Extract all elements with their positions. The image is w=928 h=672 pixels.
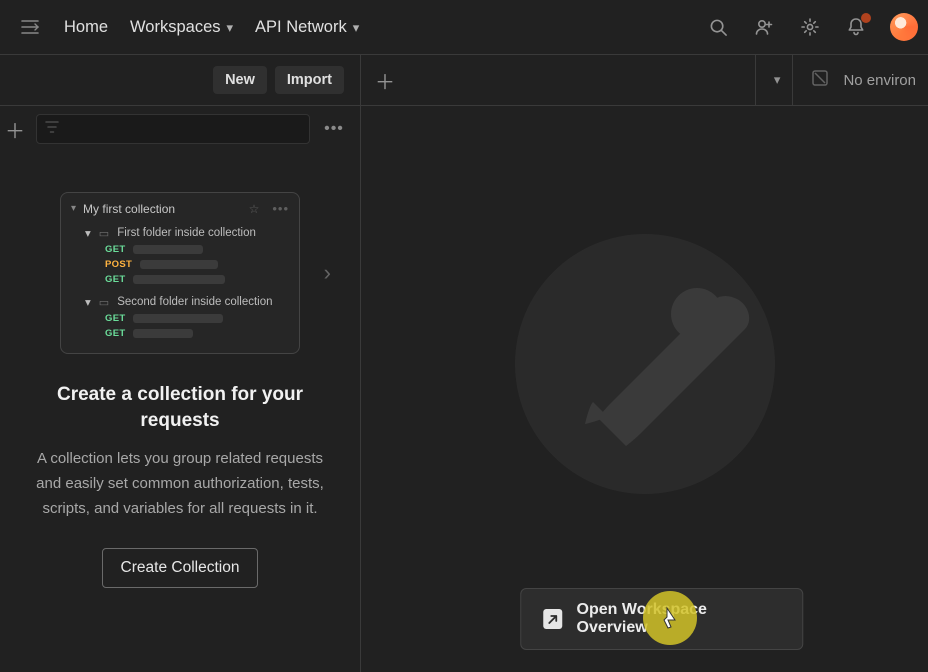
nav-api-network[interactable]: API Network ▾: [255, 18, 359, 37]
folder-icon: ▭: [99, 296, 109, 309]
illus-request: GET: [105, 328, 289, 339]
chevron-down-icon: ▾: [353, 20, 360, 36]
sidebar-toggle-icon[interactable]: [18, 15, 42, 39]
top-navigation: Home Workspaces ▾ API Network ▾: [0, 0, 928, 55]
settings-icon[interactable]: [798, 15, 822, 39]
new-tab-button[interactable]: ＋: [375, 66, 395, 95]
filter-input[interactable]: [67, 121, 301, 138]
tab-dropdown-icon[interactable]: ▾: [774, 72, 781, 88]
filter-icon: [45, 120, 59, 138]
tab-strip: ＋: [361, 66, 755, 95]
chevron-down-icon: ▾: [227, 20, 234, 36]
request-placeholder-bar: [133, 314, 223, 323]
new-button[interactable]: New: [213, 66, 267, 94]
empty-state-description: A collection lets you group related requ…: [26, 447, 334, 521]
illus-folder-2: ▾ ▭ Second folder inside collection: [85, 295, 289, 309]
sidebar-toolbar: ＋ •••: [0, 106, 360, 152]
more-icon: •••: [272, 201, 289, 216]
illus-collection-row: ▾ My first collection ☆ •••: [71, 201, 289, 216]
workspace-action-left: New Import: [0, 55, 361, 105]
empty-state-headline: Create a collection for your requests: [26, 382, 334, 433]
sidebar: ＋ ••• ▾ My first collection ☆ ••• ▾: [0, 106, 361, 672]
illus-request: GET: [105, 313, 289, 324]
folder-icon: ▭: [99, 227, 109, 240]
illus-folder-1: ▾ ▭ First folder inside collection: [85, 226, 289, 240]
notifications-icon[interactable]: [844, 15, 868, 39]
method-get: GET: [105, 244, 125, 255]
top-nav-left: Home Workspaces ▾ API Network ▾: [18, 15, 359, 39]
workspace-action-bar: New Import ＋ ▾ No environ: [0, 55, 928, 106]
illus-collection-title: My first collection: [83, 202, 175, 216]
nav-api-network-label: API Network: [255, 18, 347, 37]
method-get: GET: [105, 274, 125, 285]
illus-folder-2-label: Second folder inside collection: [117, 296, 272, 308]
open-workspace-overview-label: Open Workspace Overview: [577, 601, 781, 637]
illus-request: POST: [105, 259, 289, 270]
search-icon[interactable]: [706, 15, 730, 39]
illus-request: GET: [105, 274, 289, 285]
notification-badge: [861, 13, 871, 23]
nav-workspaces[interactable]: Workspaces ▾: [130, 18, 233, 37]
top-nav-right: [706, 13, 918, 41]
sidebar-add-button[interactable]: ＋: [4, 115, 26, 144]
caret-down-icon: ▾: [71, 203, 76, 214]
user-avatar[interactable]: [890, 13, 918, 41]
filter-input-wrapper[interactable]: [36, 114, 310, 144]
method-get: GET: [105, 313, 125, 324]
environment-label: No environ: [843, 72, 916, 89]
environment-selector-area: ▾: [755, 55, 793, 105]
nav-workspaces-label: Workspaces: [130, 18, 220, 37]
illus-folder-1-label: First folder inside collection: [117, 227, 256, 239]
sidebar-more-icon[interactable]: •••: [320, 120, 348, 138]
request-builder-empty: Open Workspace Overview: [361, 106, 928, 672]
open-external-icon: [543, 609, 563, 629]
method-get: GET: [105, 328, 125, 339]
no-environment-icon: [811, 69, 829, 92]
main-area: ＋ ••• ▾ My first collection ☆ ••• ▾: [0, 106, 928, 672]
invite-icon[interactable]: [752, 15, 776, 39]
nav-home[interactable]: Home: [64, 18, 108, 37]
create-collection-button[interactable]: Create Collection: [102, 548, 259, 588]
open-workspace-overview-button[interactable]: Open Workspace Overview: [520, 588, 804, 650]
caret-down-icon: ▾: [85, 226, 91, 240]
next-illustration-icon[interactable]: ›: [324, 260, 331, 286]
request-placeholder-bar: [133, 329, 193, 338]
method-post: POST: [105, 259, 132, 270]
nav-home-label: Home: [64, 18, 108, 37]
environment-selector[interactable]: No environ: [792, 55, 928, 105]
request-placeholder-bar: [133, 245, 203, 254]
request-placeholder-bar: [133, 275, 225, 284]
collection-illustration: ▾ My first collection ☆ ••• ▾ ▭ First fo…: [60, 192, 300, 354]
sidebar-empty-state: ▾ My first collection ☆ ••• ▾ ▭ First fo…: [0, 152, 360, 660]
illus-request: GET: [105, 244, 289, 255]
caret-down-icon: ▾: [85, 295, 91, 309]
postman-logo-watermark: [515, 234, 775, 494]
request-placeholder-bar: [140, 260, 218, 269]
star-icon: ☆: [249, 202, 260, 216]
import-button[interactable]: Import: [275, 66, 344, 94]
